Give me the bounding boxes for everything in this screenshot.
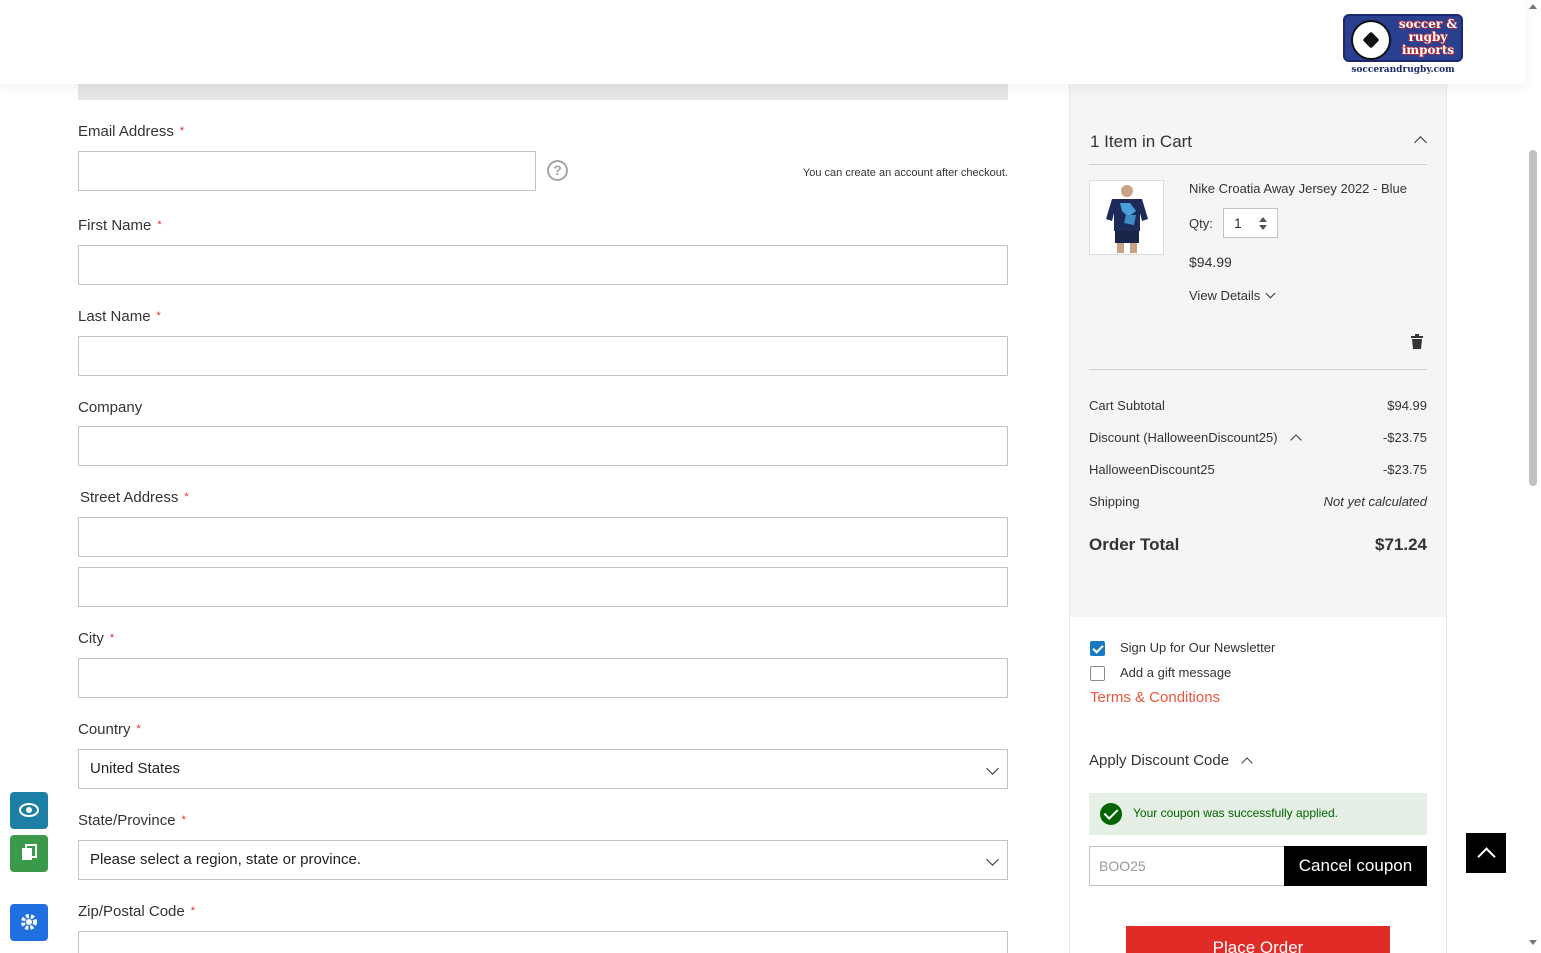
zip-label: Zip/Postal Code * [78,903,196,920]
first-name-field[interactable] [78,245,1008,285]
site-logo[interactable]: soccer & rugby imports soccerandrugby.co… [1343,14,1463,78]
increment-icon[interactable] [1259,217,1267,222]
scrollbar-thumb[interactable] [1529,150,1537,486]
section-divider [78,84,1008,100]
state-select[interactable]: Please select a region, state or provinc… [78,840,1008,880]
chevron-up-icon [1241,757,1253,769]
discount-code-row: HalloweenDiscount25 -$23.75 [1089,462,1427,477]
last-name-label: Last Name * [78,308,161,325]
place-order-button[interactable]: Place Order [1126,926,1390,953]
eye-icon [19,803,39,817]
first-name-label: First Name * [78,217,162,234]
newsletter-checkbox[interactable] [1090,641,1105,656]
help-icon[interactable]: ? [547,160,568,181]
product-thumbnail [1089,180,1164,255]
coupon-input[interactable] [1089,846,1289,886]
zip-field[interactable] [78,931,1008,953]
city-field[interactable] [78,658,1008,698]
country-value: United States [90,760,181,777]
city-label: City * [78,630,115,647]
gear-icon [21,914,37,930]
back-to-top-button[interactable] [1466,833,1506,873]
logo-url: soccerandrugby.com [1351,65,1455,75]
newsletter-label[interactable]: Sign Up for Our Newsletter [1120,640,1275,655]
street-line2-field[interactable] [78,567,1008,607]
trash-icon[interactable] [1411,334,1423,349]
cancel-coupon-button[interactable]: Cancel coupon [1284,846,1427,886]
gift-message-label[interactable]: Add a gift message [1120,665,1231,680]
terms-link[interactable]: Terms & Conditions [1090,689,1220,706]
logo-badge: soccer & rugby imports [1343,14,1463,62]
scroll-up-icon[interactable] [1529,4,1537,9]
chevron-down-icon [986,762,999,775]
soccer-ball-icon [1351,20,1391,60]
success-text: Your coupon was successfully applied. [1133,806,1339,820]
company-field[interactable] [78,426,1008,466]
qty-label: Qty: [1189,216,1213,231]
quantity-stepper[interactable]: 1 [1223,208,1278,238]
product-name: Nike Croatia Away Jersey 2022 - Blue [1189,181,1407,196]
chevron-down-icon [1265,288,1276,299]
country-label: Country * [78,721,141,738]
scroll-down-icon[interactable] [1529,940,1537,945]
qty-value: 1 [1234,215,1242,231]
coupon-success-message: Your coupon was successfully applied. [1089,793,1427,835]
divider [1089,164,1427,165]
decrement-icon[interactable] [1259,225,1267,230]
chevron-up-icon[interactable] [1289,434,1302,446]
state-value: Please select a region, state or provinc… [90,851,361,868]
subtotal-row: Cart Subtotal $94.99 [1089,398,1427,413]
company-label: Company [78,399,143,416]
state-label: State/Province * [78,812,186,829]
last-name-field[interactable] [78,336,1008,376]
email-field[interactable] [78,151,536,191]
country-select[interactable]: United States [78,749,1008,789]
email-label: Email Address * [78,123,185,140]
check-circle-icon [1100,803,1122,825]
divider [1089,369,1427,370]
account-note: You can create an account after checkout… [802,167,1008,179]
jersey-image [1090,181,1163,254]
chevron-down-icon [986,853,999,866]
settings-button[interactable] [10,904,48,941]
street-address-label: Street Address * [80,489,189,506]
discount-code-toggle[interactable]: Apply Discount Code [1089,752,1253,769]
site-header: soccer & rugby imports soccerandrugby.co… [0,0,1525,84]
discount-row[interactable]: Discount (HalloweenDiscount25) -$23.75 [1089,430,1427,446]
product-price: $94.99 [1189,254,1232,270]
logo-text: soccer & rugby imports [1398,17,1458,57]
street-line1-field[interactable] [78,517,1008,557]
accessibility-button[interactable] [10,792,48,829]
gift-message-checkbox[interactable] [1090,666,1105,681]
cart-items-title[interactable]: 1 Item in Cart [1090,132,1192,152]
shipping-row: Shipping Not yet calculated [1089,494,1427,509]
copy-icon [22,844,37,860]
copy-button[interactable] [10,835,48,872]
order-total-row: Order Total $71.24 [1089,535,1427,554]
view-details-toggle[interactable]: View Details [1189,288,1276,303]
